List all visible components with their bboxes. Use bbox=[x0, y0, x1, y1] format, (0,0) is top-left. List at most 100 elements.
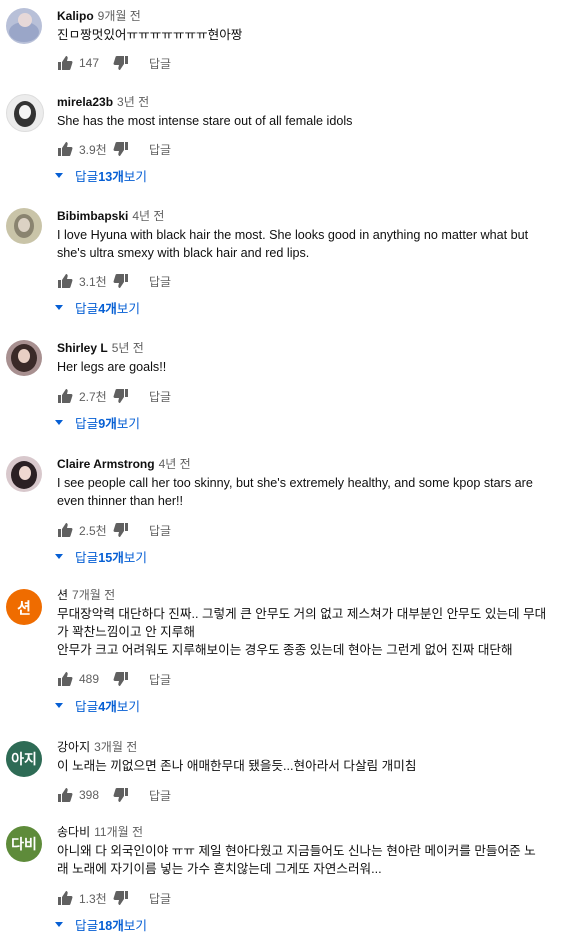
thumbs-down-icon[interactable] bbox=[113, 273, 129, 289]
thumbs-up-icon[interactable] bbox=[57, 522, 73, 538]
comment-time[interactable]: 3년 전 bbox=[117, 95, 149, 109]
avatar[interactable] bbox=[6, 94, 44, 132]
thumbs-down-icon[interactable] bbox=[113, 671, 129, 687]
view-replies-button[interactable]: 답글 13개 보기 bbox=[55, 166, 147, 185]
comment-meta: 강아지 3개월 전 bbox=[57, 739, 137, 755]
comment-time[interactable]: 3개월 전 bbox=[94, 740, 137, 754]
comment-time[interactable]: 4년 전 bbox=[132, 209, 164, 223]
comment-text: She has the most intense stare out of al… bbox=[57, 114, 353, 128]
avatar[interactable] bbox=[6, 208, 42, 244]
like-count: 2.7천 bbox=[79, 389, 107, 404]
reply-button[interactable]: 답글 bbox=[149, 141, 171, 158]
author-name[interactable]: Claire Armstrong bbox=[57, 457, 155, 471]
author-name[interactable]: mirela23b bbox=[57, 95, 113, 109]
comment-text: 무대장악력 대단하다 진짜.. 그렇게 큰 안무도 거의 없고 제스쳐가 대부분… bbox=[57, 607, 547, 657]
view-replies-button[interactable]: 답글 15개 보기 bbox=[55, 547, 147, 566]
comment-meta: Bibimbapski 4년 전 bbox=[57, 208, 164, 224]
chevron-down-icon bbox=[55, 420, 63, 425]
author-name[interactable]: 강아지 bbox=[57, 740, 90, 754]
avatar[interactable]: 아지 bbox=[6, 741, 42, 777]
reply-button[interactable]: 답글 bbox=[149, 787, 171, 804]
avatar[interactable]: 다비 bbox=[6, 826, 42, 862]
replies-suffix: 보기 bbox=[123, 551, 147, 565]
comment-meta: 송다비 11개월 전 bbox=[57, 824, 143, 840]
replies-prefix: 답글 bbox=[75, 551, 99, 565]
comment-meta: mirela23b 3년 전 bbox=[57, 94, 149, 110]
replies-count: 4개 bbox=[98, 700, 117, 714]
author-name[interactable]: 션 bbox=[57, 588, 68, 602]
replies-count: 15개 bbox=[98, 551, 124, 565]
thumbs-down-icon[interactable] bbox=[113, 141, 129, 157]
comment-meta: Claire Armstrong 4년 전 bbox=[57, 456, 191, 472]
chevron-down-icon bbox=[55, 173, 63, 178]
replies-prefix: 답글 bbox=[75, 302, 99, 316]
thumbs-up-icon[interactable] bbox=[57, 671, 73, 687]
thumbs-down-icon[interactable] bbox=[113, 388, 129, 404]
replies-count: 13개 bbox=[98, 170, 124, 184]
avatar[interactable]: 션 bbox=[6, 589, 42, 625]
chevron-down-icon bbox=[55, 554, 63, 559]
comment-meta: 션 7개월 전 bbox=[57, 587, 115, 603]
comment-actions: 489 답글 bbox=[57, 669, 171, 689]
thumbs-up-icon[interactable] bbox=[57, 141, 73, 157]
author-name[interactable]: Shirley L bbox=[57, 341, 108, 355]
replies-suffix: 보기 bbox=[116, 700, 140, 714]
replies-prefix: 답글 bbox=[75, 170, 99, 184]
comment-text: 진ㅁ짱멋있어ㅠㅠㅠㅠㅠㅠㅠ현아짱 bbox=[57, 28, 243, 42]
thumbs-up-icon[interactable] bbox=[57, 787, 73, 803]
reply-button[interactable]: 답글 bbox=[149, 273, 171, 290]
reply-button[interactable]: 답글 bbox=[149, 388, 171, 405]
replies-prefix: 답글 bbox=[75, 417, 99, 431]
replies-count: 4개 bbox=[98, 302, 117, 316]
reply-button[interactable]: 답글 bbox=[149, 671, 171, 688]
comment-actions: 398 답글 bbox=[57, 785, 171, 805]
view-replies-button[interactable]: 답글 4개 보기 bbox=[55, 298, 140, 317]
comment-text: Her legs are goals!! bbox=[57, 360, 167, 374]
replies-suffix: 보기 bbox=[123, 170, 147, 184]
thumbs-down-icon[interactable] bbox=[113, 890, 129, 906]
replies-suffix: 보기 bbox=[123, 919, 147, 933]
view-replies-button[interactable]: 답글 4개 보기 bbox=[55, 696, 140, 715]
like-count: 1.3천 bbox=[79, 891, 107, 906]
replies-suffix: 보기 bbox=[116, 302, 140, 316]
thumbs-up-icon[interactable] bbox=[57, 890, 73, 906]
like-count: 3.1천 bbox=[79, 274, 107, 289]
thumbs-up-icon[interactable] bbox=[57, 55, 73, 71]
comment-time[interactable]: 4년 전 bbox=[159, 457, 191, 471]
chevron-down-icon bbox=[55, 922, 63, 927]
comment-actions: 3.1천 답글 bbox=[57, 271, 171, 291]
comment-time[interactable]: 9개월 전 bbox=[98, 9, 141, 23]
thumbs-up-icon[interactable] bbox=[57, 388, 73, 404]
comment-text: 아니왜 다 외국인이야 ㅠㅠ 제일 현아다웠고 지금들어도 신나는 현아란 메이… bbox=[57, 844, 536, 876]
thumbs-up-icon[interactable] bbox=[57, 273, 73, 289]
replies-count: 18개 bbox=[98, 919, 124, 933]
thumbs-down-icon[interactable] bbox=[113, 522, 129, 538]
comment-time[interactable]: 7개월 전 bbox=[72, 588, 115, 602]
replies-prefix: 답글 bbox=[75, 919, 99, 933]
author-name[interactable]: Bibimbapski bbox=[57, 209, 128, 223]
comment-actions: 2.7천 답글 bbox=[57, 386, 171, 406]
avatar[interactable] bbox=[6, 8, 42, 44]
comment-text: I see people call her too skinny, but sh… bbox=[57, 476, 533, 508]
avatar[interactable] bbox=[6, 456, 42, 492]
replies-suffix: 보기 bbox=[116, 417, 140, 431]
comment-meta: Shirley L 5년 전 bbox=[57, 340, 144, 356]
chevron-down-icon bbox=[55, 703, 63, 708]
view-replies-button[interactable]: 답글 9개 보기 bbox=[55, 413, 140, 432]
author-name[interactable]: 송다비 bbox=[57, 825, 90, 839]
reply-button[interactable]: 답글 bbox=[149, 890, 171, 907]
like-count: 3.9천 bbox=[79, 142, 107, 157]
comment-time[interactable]: 5년 전 bbox=[112, 341, 144, 355]
thumbs-down-icon[interactable] bbox=[113, 55, 129, 71]
view-replies-button[interactable]: 답글 18개 보기 bbox=[55, 915, 147, 934]
comment-actions: 1.3천 답글 bbox=[57, 888, 171, 908]
avatar[interactable] bbox=[6, 340, 42, 376]
chevron-down-icon bbox=[55, 305, 63, 310]
author-name[interactable]: Kalipo bbox=[57, 9, 94, 23]
comment-text: 이 노래는 끼없으면 존나 애매한무대 됐을듯...현아라서 다살림 개미침 bbox=[57, 759, 417, 773]
reply-button[interactable]: 답글 bbox=[149, 55, 171, 72]
comment-meta: Kalipo 9개월 전 bbox=[57, 8, 141, 24]
thumbs-down-icon[interactable] bbox=[113, 787, 129, 803]
reply-button[interactable]: 답글 bbox=[149, 522, 171, 539]
comment-time[interactable]: 11개월 전 bbox=[94, 825, 143, 839]
